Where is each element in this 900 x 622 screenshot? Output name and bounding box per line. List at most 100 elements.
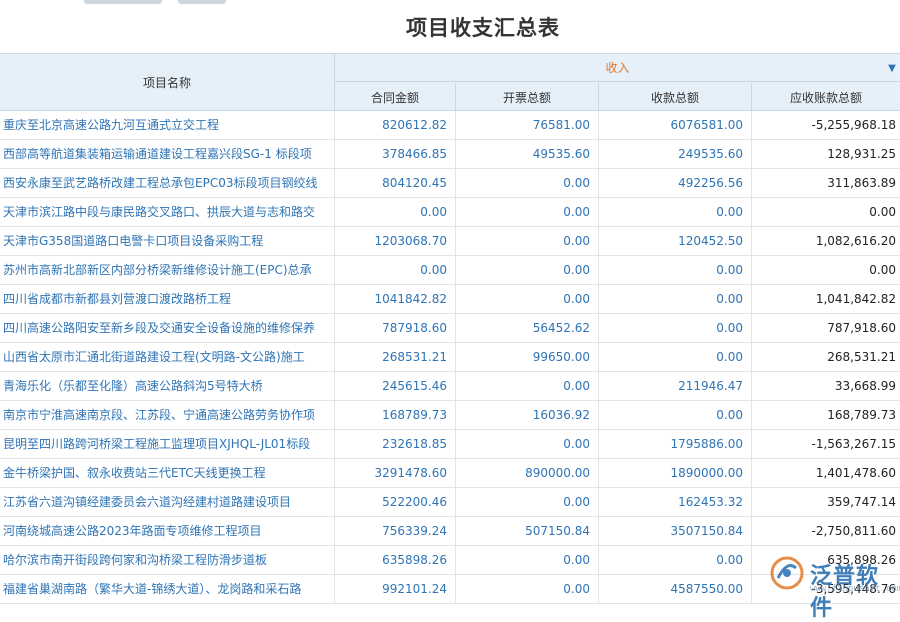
contract-amount-cell[interactable]: 787918.60 — [335, 314, 456, 342]
invoice-total-cell[interactable]: 0.00 — [456, 430, 599, 458]
receipt-total-cell[interactable]: 4587550.00 — [599, 575, 752, 603]
table-row[interactable]: 苏州市高新北部新区内部分桥梁新维修设计施工(EPC)总承0.000.000.00… — [0, 256, 900, 285]
table-row[interactable]: 南京市宁淮高速南京段、江苏段、宁通高速公路劳务协作项168789.7316036… — [0, 401, 900, 430]
project-name-cell[interactable]: 江苏省六道沟镇经建委员会六道沟经建村道路建设项目 — [0, 488, 335, 516]
receipt-total-cell[interactable]: 249535.60 — [599, 140, 752, 168]
project-name-cell[interactable]: 西安永康至武艺路桥改建工程总承包EPC03标段项目钢绞线 — [0, 169, 335, 197]
receipt-total-cell[interactable]: 162453.32 — [599, 488, 752, 516]
contract-amount-cell[interactable]: 168789.73 — [335, 401, 456, 429]
contract-amount-cell[interactable]: 0.00 — [335, 198, 456, 226]
column-header-receipt-total[interactable]: 收款总额 — [599, 83, 752, 111]
project-name-cell[interactable]: 河南绕城高速公路2023年路面专项维修工程项目 — [0, 517, 335, 545]
receipt-total-cell[interactable]: 0.00 — [599, 343, 752, 371]
invoice-total-cell[interactable]: 507150.84 — [456, 517, 599, 545]
caret-down-icon[interactable]: ▼ — [884, 54, 900, 82]
contract-amount-cell[interactable]: 522200.46 — [335, 488, 456, 516]
table-row[interactable]: 天津市G358国道路口电警卡口项目设备采购工程1203068.700.00120… — [0, 227, 900, 256]
invoice-total-cell[interactable]: 0.00 — [456, 372, 599, 400]
receivable-total-cell: 359,747.14 — [752, 488, 900, 516]
invoice-total-cell[interactable]: 76581.00 — [456, 111, 599, 139]
contract-amount-cell[interactable]: 0.00 — [335, 256, 456, 284]
receivable-total-cell: -2,750,811.60 — [752, 517, 900, 545]
receivable-total-cell: 787,918.60 — [752, 314, 900, 342]
invoice-total-cell[interactable]: 99650.00 — [456, 343, 599, 371]
project-name-cell[interactable]: 西部高等航道集装箱运输通道建设工程嘉兴段SG-1 标段项 — [0, 140, 335, 168]
project-name-cell[interactable]: 四川省成都市新都县刘营渡口渡改路桥工程 — [0, 285, 335, 313]
invoice-total-cell[interactable]: 0.00 — [456, 285, 599, 313]
contract-amount-cell[interactable]: 378466.85 — [335, 140, 456, 168]
column-header-invoice-total[interactable]: 开票总额 — [456, 83, 599, 111]
invoice-total-cell[interactable]: 0.00 — [456, 227, 599, 255]
project-name-cell[interactable]: 金牛桥梁护国、叙永收费站三代ETC天线更换工程 — [0, 459, 335, 487]
grid-body: 重庆至北京高速公路九河互通式立交工程820612.8276581.0060765… — [0, 111, 900, 604]
column-header-project-name[interactable]: 项目名称 — [0, 54, 335, 111]
table-row[interactable]: 天津市滨江路中段与康民路交叉路口、拱辰大道与志和路交0.000.000.000.… — [0, 198, 900, 227]
invoice-total-cell[interactable]: 0.00 — [456, 546, 599, 574]
contract-amount-cell[interactable]: 820612.82 — [335, 111, 456, 139]
project-name-cell[interactable]: 天津市G358国道路口电警卡口项目设备采购工程 — [0, 227, 335, 255]
receivable-total-cell: 1,401,478.60 — [752, 459, 900, 487]
project-name-cell[interactable]: 重庆至北京高速公路九河互通式立交工程 — [0, 111, 335, 139]
receipt-total-cell[interactable]: 3507150.84 — [599, 517, 752, 545]
project-name-cell[interactable]: 福建省巢湖南路（繁华大道-锦绣大道）、龙岗路和采石路 — [0, 575, 335, 603]
receipt-total-cell[interactable]: 0.00 — [599, 285, 752, 313]
table-row[interactable]: 江苏省六道沟镇经建委员会六道沟经建村道路建设项目522200.460.00162… — [0, 488, 900, 517]
project-name-cell[interactable]: 苏州市高新北部新区内部分桥梁新维修设计施工(EPC)总承 — [0, 256, 335, 284]
contract-amount-cell[interactable]: 3291478.60 — [335, 459, 456, 487]
invoice-total-cell[interactable]: 0.00 — [456, 575, 599, 603]
project-name-cell[interactable]: 天津市滨江路中段与康民路交叉路口、拱辰大道与志和路交 — [0, 198, 335, 226]
receipt-total-cell[interactable]: 1795886.00 — [599, 430, 752, 458]
toolbar-button-1[interactable] — [84, 0, 162, 4]
receivable-total-cell: 33,668.99 — [752, 372, 900, 400]
receipt-total-cell[interactable]: 0.00 — [599, 546, 752, 574]
table-row[interactable]: 四川省成都市新都县刘营渡口渡改路桥工程1041842.820.000.001,0… — [0, 285, 900, 314]
table-row[interactable]: 山西省太原市汇通北街道路建设工程(文明路-文公路)施工268531.219965… — [0, 343, 900, 372]
contract-amount-cell[interactable]: 245615.46 — [335, 372, 456, 400]
invoice-total-cell[interactable]: 56452.62 — [456, 314, 599, 342]
project-name-cell[interactable]: 山西省太原市汇通北街道路建设工程(文明路-文公路)施工 — [0, 343, 335, 371]
invoice-total-cell[interactable]: 49535.60 — [456, 140, 599, 168]
receipt-total-cell[interactable]: 0.00 — [599, 198, 752, 226]
receipt-total-cell[interactable]: 6076581.00 — [599, 111, 752, 139]
project-name-cell[interactable]: 南京市宁淮高速南京段、江苏段、宁通高速公路劳务协作项 — [0, 401, 335, 429]
contract-amount-cell[interactable]: 635898.26 — [335, 546, 456, 574]
invoice-total-cell[interactable]: 0.00 — [456, 169, 599, 197]
column-header-contract-amount[interactable]: 合同金额 — [335, 83, 456, 111]
receipt-total-cell[interactable]: 492256.56 — [599, 169, 752, 197]
project-name-cell[interactable]: 青海乐化（乐都至化隆）高速公路斜沟5号特大桥 — [0, 372, 335, 400]
table-row[interactable]: 西安永康至武艺路桥改建工程总承包EPC03标段项目钢绞线804120.450.0… — [0, 169, 900, 198]
table-row[interactable]: 重庆至北京高速公路九河互通式立交工程820612.8276581.0060765… — [0, 111, 900, 140]
invoice-total-cell[interactable]: 0.00 — [456, 198, 599, 226]
contract-amount-cell[interactable]: 1203068.70 — [335, 227, 456, 255]
receipt-total-cell[interactable]: 211946.47 — [599, 372, 752, 400]
toolbar-button-2[interactable] — [178, 0, 226, 4]
contract-amount-cell[interactable]: 992101.24 — [335, 575, 456, 603]
contract-amount-cell[interactable]: 804120.45 — [335, 169, 456, 197]
table-row[interactable]: 昆明至四川路跨河桥梁工程施工监理项目XJHQL-JL01标段232618.850… — [0, 430, 900, 459]
contract-amount-cell[interactable]: 268531.21 — [335, 343, 456, 371]
table-row[interactable]: 河南绕城高速公路2023年路面专项维修工程项目756339.24507150.8… — [0, 517, 900, 546]
invoice-total-cell[interactable]: 890000.00 — [456, 459, 599, 487]
table-row[interactable]: 哈尔滨市南开街段跨何家和沟桥梁工程防滑步道板635898.260.000.006… — [0, 546, 900, 575]
invoice-total-cell[interactable]: 16036.92 — [456, 401, 599, 429]
invoice-total-cell[interactable]: 0.00 — [456, 256, 599, 284]
receivable-total-cell: -1,563,267.15 — [752, 430, 900, 458]
table-row[interactable]: 西部高等航道集装箱运输通道建设工程嘉兴段SG-1 标段项378466.85495… — [0, 140, 900, 169]
receipt-total-cell[interactable]: 120452.50 — [599, 227, 752, 255]
receipt-total-cell[interactable]: 0.00 — [599, 314, 752, 342]
receipt-total-cell[interactable]: 0.00 — [599, 401, 752, 429]
invoice-total-cell[interactable]: 0.00 — [456, 488, 599, 516]
receipt-total-cell[interactable]: 0.00 — [599, 256, 752, 284]
table-row[interactable]: 四川高速公路阳安至新乡段及交通安全设备设施的维修保养787918.6056452… — [0, 314, 900, 343]
contract-amount-cell[interactable]: 756339.24 — [335, 517, 456, 545]
table-row[interactable]: 青海乐化（乐都至化隆）高速公路斜沟5号特大桥245615.460.0021194… — [0, 372, 900, 401]
project-name-cell[interactable]: 哈尔滨市南开街段跨何家和沟桥梁工程防滑步道板 — [0, 546, 335, 574]
project-name-cell[interactable]: 四川高速公路阳安至新乡段及交通安全设备设施的维修保养 — [0, 314, 335, 342]
contract-amount-cell[interactable]: 1041842.82 — [335, 285, 456, 313]
column-header-receivable-total[interactable]: 应收账款总额 — [752, 83, 900, 111]
receipt-total-cell[interactable]: 1890000.00 — [599, 459, 752, 487]
table-row[interactable]: 金牛桥梁护国、叙永收费站三代ETC天线更换工程3291478.60890000.… — [0, 459, 900, 488]
receivable-total-cell: -5,255,968.18 — [752, 111, 900, 139]
project-name-cell[interactable]: 昆明至四川路跨河桥梁工程施工监理项目XJHQL-JL01标段 — [0, 430, 335, 458]
contract-amount-cell[interactable]: 232618.85 — [335, 430, 456, 458]
